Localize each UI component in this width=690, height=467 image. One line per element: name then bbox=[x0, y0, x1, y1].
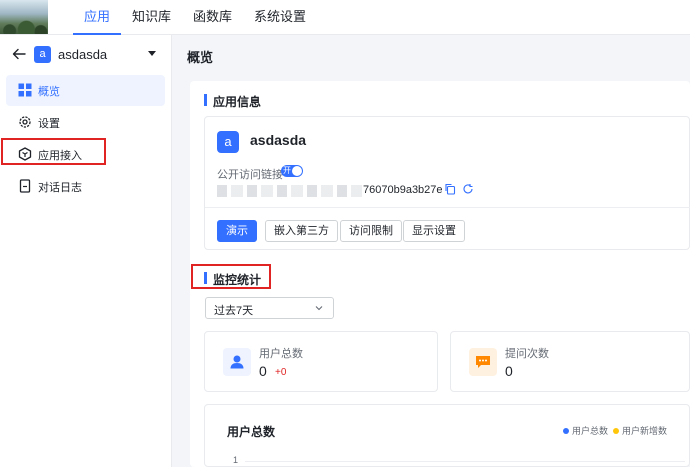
nav-item-functions[interactable]: 函数库 bbox=[182, 0, 243, 35]
chat-bubble-icon bbox=[469, 348, 497, 376]
stat-card-users: 用户总数 0 +0 bbox=[204, 331, 438, 392]
top-bar: 应用 知识库 函数库 系统设置 bbox=[0, 0, 690, 35]
sidebar-item-settings[interactable]: 设置 bbox=[6, 107, 165, 138]
chart-card-users: 用户总数 用户总数 用户新增数 1 bbox=[204, 404, 690, 467]
stat-card-questions: 提问次数 0 bbox=[450, 331, 690, 392]
legend-label: 用户总数 bbox=[572, 426, 609, 436]
toggle-label: 开 bbox=[283, 166, 291, 175]
access-limit-button[interactable]: 访问限制 bbox=[340, 220, 402, 242]
stat-delta: +0 bbox=[275, 367, 287, 378]
time-range-value: 过去7天 bbox=[214, 305, 254, 317]
sidebar-item-label: 对话日志 bbox=[38, 182, 82, 194]
public-access-label: 公开访问链接 bbox=[217, 169, 283, 181]
divider bbox=[205, 207, 690, 208]
nav-item-system-settings[interactable]: 系统设置 bbox=[243, 0, 317, 35]
legend-dot bbox=[563, 427, 569, 434]
sidebar-item-label: 概览 bbox=[38, 86, 60, 98]
app-name: asdasda bbox=[58, 47, 108, 62]
sidebar-item-label: 设置 bbox=[38, 118, 60, 130]
highlight-box-monitor bbox=[191, 264, 271, 289]
grid-icon bbox=[18, 83, 32, 97]
top-nav: 应用 知识库 函数库 系统设置 bbox=[73, 0, 317, 35]
stat-value: 0 bbox=[259, 363, 267, 379]
stat-label: 提问次数 bbox=[505, 348, 549, 360]
legend-dot bbox=[613, 427, 619, 434]
chevron-down-icon bbox=[315, 306, 323, 311]
toggle-knob bbox=[292, 166, 302, 176]
app-name: asdasda bbox=[250, 132, 307, 148]
user-icon bbox=[223, 348, 251, 376]
caret-down-icon[interactable] bbox=[148, 51, 156, 56]
main-content: 概览 应用信息 a asdasda 公开访问链接 开 76070b9a3b27e… bbox=[172, 35, 690, 467]
app-avatar: a bbox=[217, 131, 239, 153]
public-access-toggle[interactable]: 开 bbox=[281, 165, 303, 177]
logo-image bbox=[0, 18, 48, 34]
display-settings-button[interactable]: 显示设置 bbox=[403, 220, 465, 242]
nav-item-apps[interactable]: 应用 bbox=[73, 0, 122, 35]
nav-item-knowledge[interactable]: 知识库 bbox=[121, 0, 182, 35]
refresh-icon[interactable] bbox=[462, 183, 474, 195]
y-grid-line bbox=[245, 461, 685, 462]
stat-value: 0 bbox=[505, 363, 513, 379]
document-icon bbox=[19, 179, 31, 193]
legend-item-new-users[interactable]: 用户新增数 bbox=[613, 424, 667, 437]
legend-label: 用户新增数 bbox=[622, 426, 668, 436]
app-avatar: a bbox=[34, 46, 51, 63]
sidebar: a asdasda 概览 设置 应用接入 对话日志 bbox=[0, 35, 172, 467]
logo[interactable] bbox=[0, 0, 48, 34]
y-tick-label: 1 bbox=[233, 455, 239, 465]
access-link[interactable]: 76070b9a3b27e bbox=[363, 184, 443, 196]
access-link-redacted bbox=[217, 185, 362, 197]
chart-title: 用户总数 bbox=[227, 425, 276, 439]
demo-button[interactable]: 演示 bbox=[217, 220, 257, 242]
embed-third-party-button[interactable]: 嵌入第三方 bbox=[265, 220, 338, 242]
time-range-select[interactable]: 过去7天 bbox=[205, 297, 334, 319]
highlight-box-chat-logs bbox=[1, 138, 106, 165]
page-title: 概览 bbox=[187, 50, 214, 65]
app-switcher[interactable]: a asdasda bbox=[0, 35, 172, 75]
legend-item-total-users[interactable]: 用户总数 bbox=[563, 424, 608, 437]
copy-icon[interactable] bbox=[444, 183, 456, 195]
sidebar-item-overview[interactable]: 概览 bbox=[6, 75, 165, 106]
app-info-panel: a asdasda 公开访问链接 开 76070b9a3b27e 演示 嵌入第三… bbox=[204, 116, 690, 250]
sidebar-item-chat-logs[interactable]: 对话日志 bbox=[6, 171, 165, 202]
stat-label: 用户总数 bbox=[259, 348, 303, 360]
gear-icon bbox=[19, 116, 31, 128]
section-title-app-info: 应用信息 bbox=[204, 93, 261, 110]
back-arrow-icon[interactable] bbox=[11, 46, 27, 62]
